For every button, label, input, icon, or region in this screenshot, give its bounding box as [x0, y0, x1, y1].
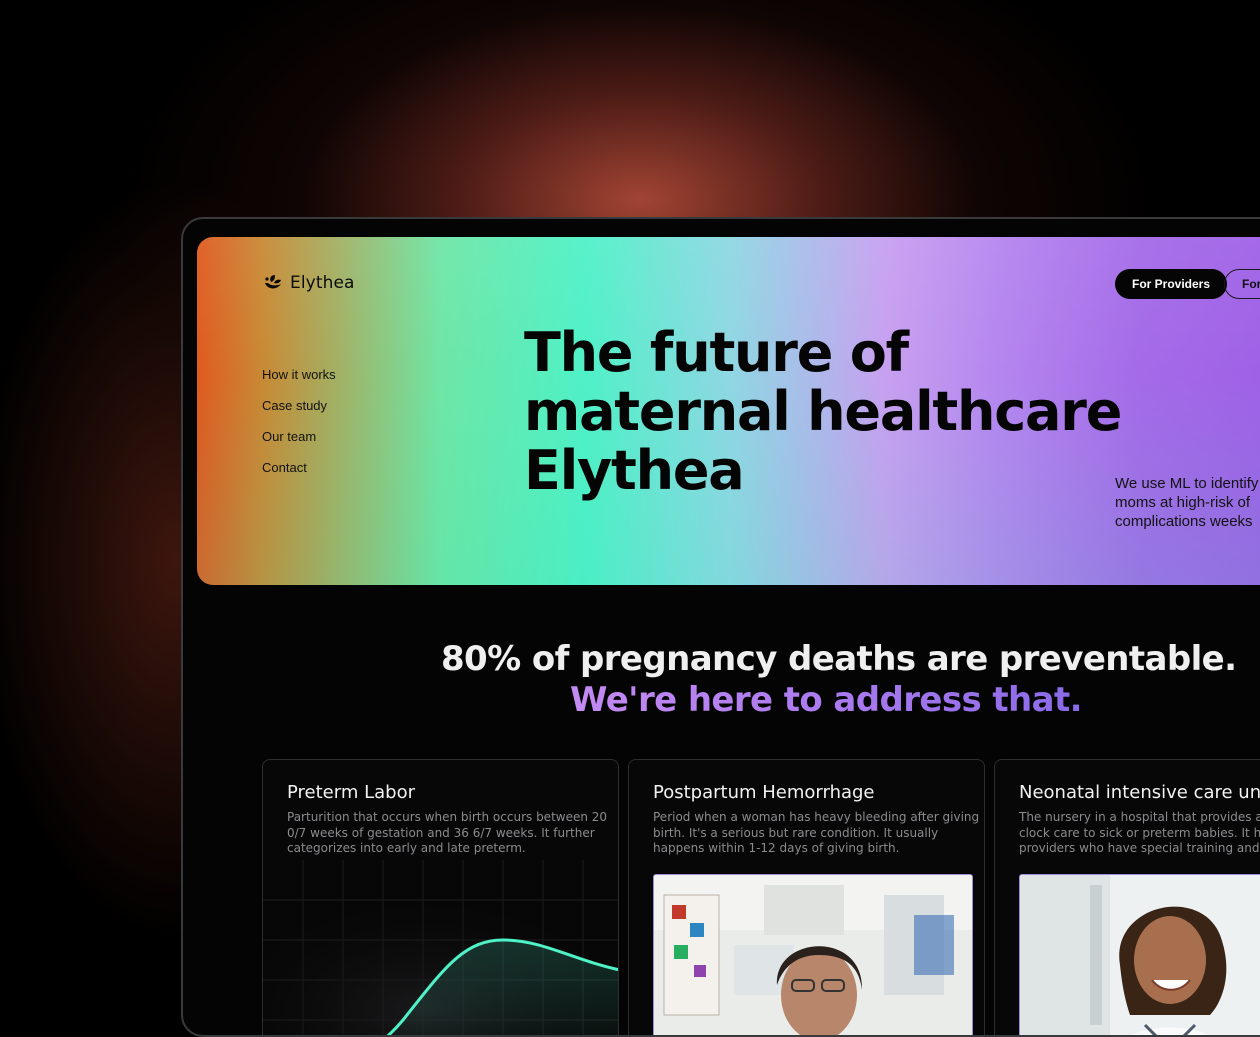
- brand-logo[interactable]: Elythea: [263, 273, 355, 293]
- card-description: Period when a woman has heavy bleeding a…: [653, 810, 980, 857]
- brand-name: Elythea: [290, 273, 355, 293]
- hero-description-line-1: We use ML to identify: [1115, 475, 1259, 492]
- card-description: Parturition that occurs when birth occur…: [287, 810, 608, 857]
- risk-line-chart: [263, 860, 618, 1035]
- side-nav: How it works Case study Our team Contact: [262, 367, 336, 476]
- doctor-photo: [1019, 874, 1260, 1035]
- card-preterm-labor[interactable]: Preterm Labor Parturition that occurs wh…: [262, 759, 619, 1035]
- card-description-line: happens within 1-12 days of giving birth…: [653, 841, 900, 855]
- card-description-line: clock care to sick or preterm babies. It…: [1019, 825, 1260, 840]
- hero-description-line-3: complications weeks: [1115, 513, 1253, 530]
- nav-item-case-study[interactable]: Case study: [262, 398, 336, 414]
- hero-section: Elythea How it works Case study Our team…: [197, 237, 1260, 585]
- hero-description: We use ML to identify moms at high-risk …: [1115, 474, 1260, 531]
- card-title: Preterm Labor: [287, 782, 415, 803]
- card-title: Neonatal intensive care unit: [1019, 782, 1260, 803]
- provider-photo: [653, 874, 973, 1035]
- card-title: Postpartum Hemorrhage: [653, 782, 875, 803]
- nav-item-how-it-works[interactable]: How it works: [262, 367, 336, 383]
- card-neonatal-icu[interactable]: Neonatal intensive care unit The nursery…: [994, 759, 1260, 1035]
- card-description-line: Period when a woman has heavy bleeding a…: [653, 810, 980, 824]
- leaf-hands-icon: [265, 275, 281, 289]
- provider-photo-image: [654, 875, 972, 1035]
- headline-line-2: maternal healthcare: [524, 380, 1122, 443]
- card-description-line: categorizes into early and late preterm.: [287, 841, 526, 855]
- doctor-photo-image: [1020, 875, 1260, 1035]
- nav-item-our-team[interactable]: Our team: [262, 429, 336, 445]
- headline-line-1: The future of: [524, 321, 909, 384]
- card-description: The nursery in a hospital that provides …: [1019, 810, 1260, 857]
- for-patients-button[interactable]: For: [1224, 269, 1260, 299]
- nav-item-contact[interactable]: Contact: [262, 460, 336, 476]
- for-providers-button[interactable]: For Providers: [1115, 269, 1228, 299]
- stat-subheadline: We're here to address that.: [570, 680, 1083, 720]
- card-description-line: providers who have special training and …: [1019, 841, 1260, 855]
- card-description-line: The nursery in a hospital that provides …: [1019, 810, 1260, 824]
- hero-headline: The future of maternal healthcare Elythe…: [524, 321, 1122, 502]
- card-description-line: Parturition that occurs when birth occur…: [287, 810, 608, 824]
- card-description-line: 0/7 weeks of gestation and 36 6/7 weeks.…: [287, 825, 595, 840]
- headline-line-3: Elythea: [524, 439, 745, 502]
- card-postpartum-hemorrhage[interactable]: Postpartum Hemorrhage Period when a woma…: [628, 759, 985, 1035]
- stat-headline: 80% of pregnancy deaths are preventable.: [441, 639, 1237, 679]
- card-description-line: birth. It's a serious but rare condition…: [653, 825, 939, 840]
- browser-frame: Elythea How it works Case study Our team…: [181, 217, 1260, 1037]
- hero-description-line-2: moms at high-risk of: [1115, 494, 1251, 511]
